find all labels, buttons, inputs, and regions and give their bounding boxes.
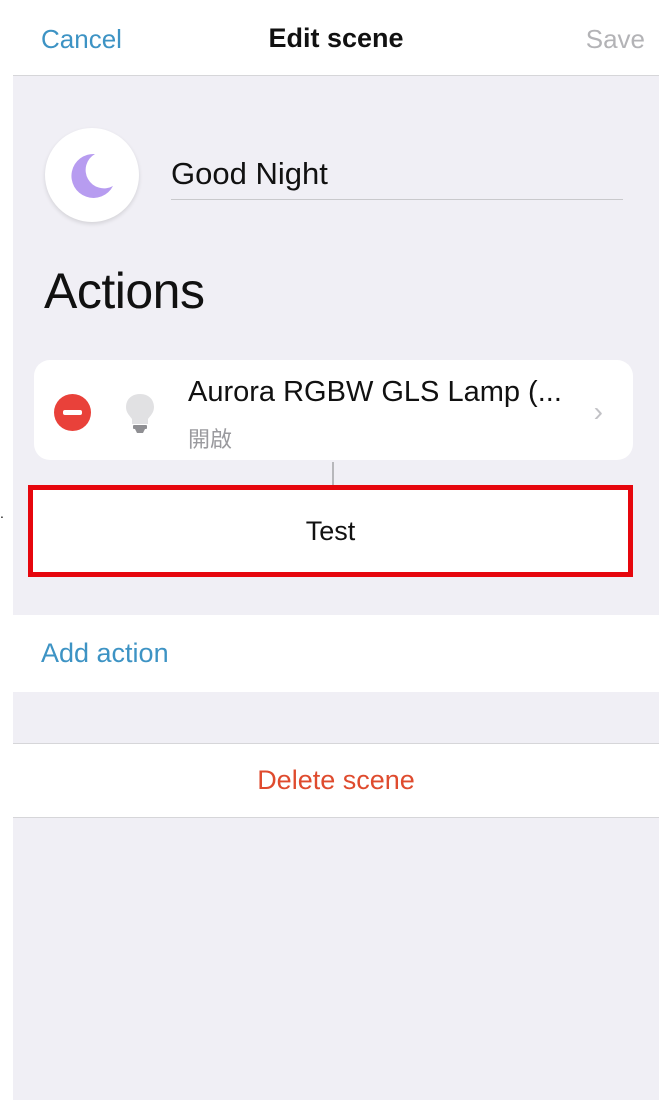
scene-icon-button[interactable] [45,128,139,222]
navigation-bar: Cancel Edit scene Save [13,0,659,76]
action-item[interactable]: Aurora RGBW GLS Lamp (... 開啟 › [34,360,633,460]
action-title: Aurora RGBW GLS Lamp (... [188,376,562,408]
delete-scene-button[interactable]: Delete scene [13,743,659,818]
add-action-button[interactable]: Add action [13,615,659,692]
connector-line [332,462,334,486]
bulb-icon [126,394,154,433]
remove-action-icon[interactable] [54,394,91,431]
moon-icon [71,153,113,198]
save-button[interactable]: Save [586,24,645,55]
edit-scene-screen: Cancel Edit scene Save Good Night Action… [13,0,659,1100]
delete-scene-label: Delete scene [257,765,415,795]
add-action-label: Add action [41,638,169,668]
edge-mark: . [0,505,4,521]
page-title: Edit scene [268,23,404,53]
chevron-right-icon: › [593,396,603,427]
actions-heading: Actions [44,263,205,319]
test-button[interactable]: Test [28,485,633,577]
scene-name-field[interactable]: Good Night [171,156,623,200]
action-state: 開啟 [188,427,233,452]
